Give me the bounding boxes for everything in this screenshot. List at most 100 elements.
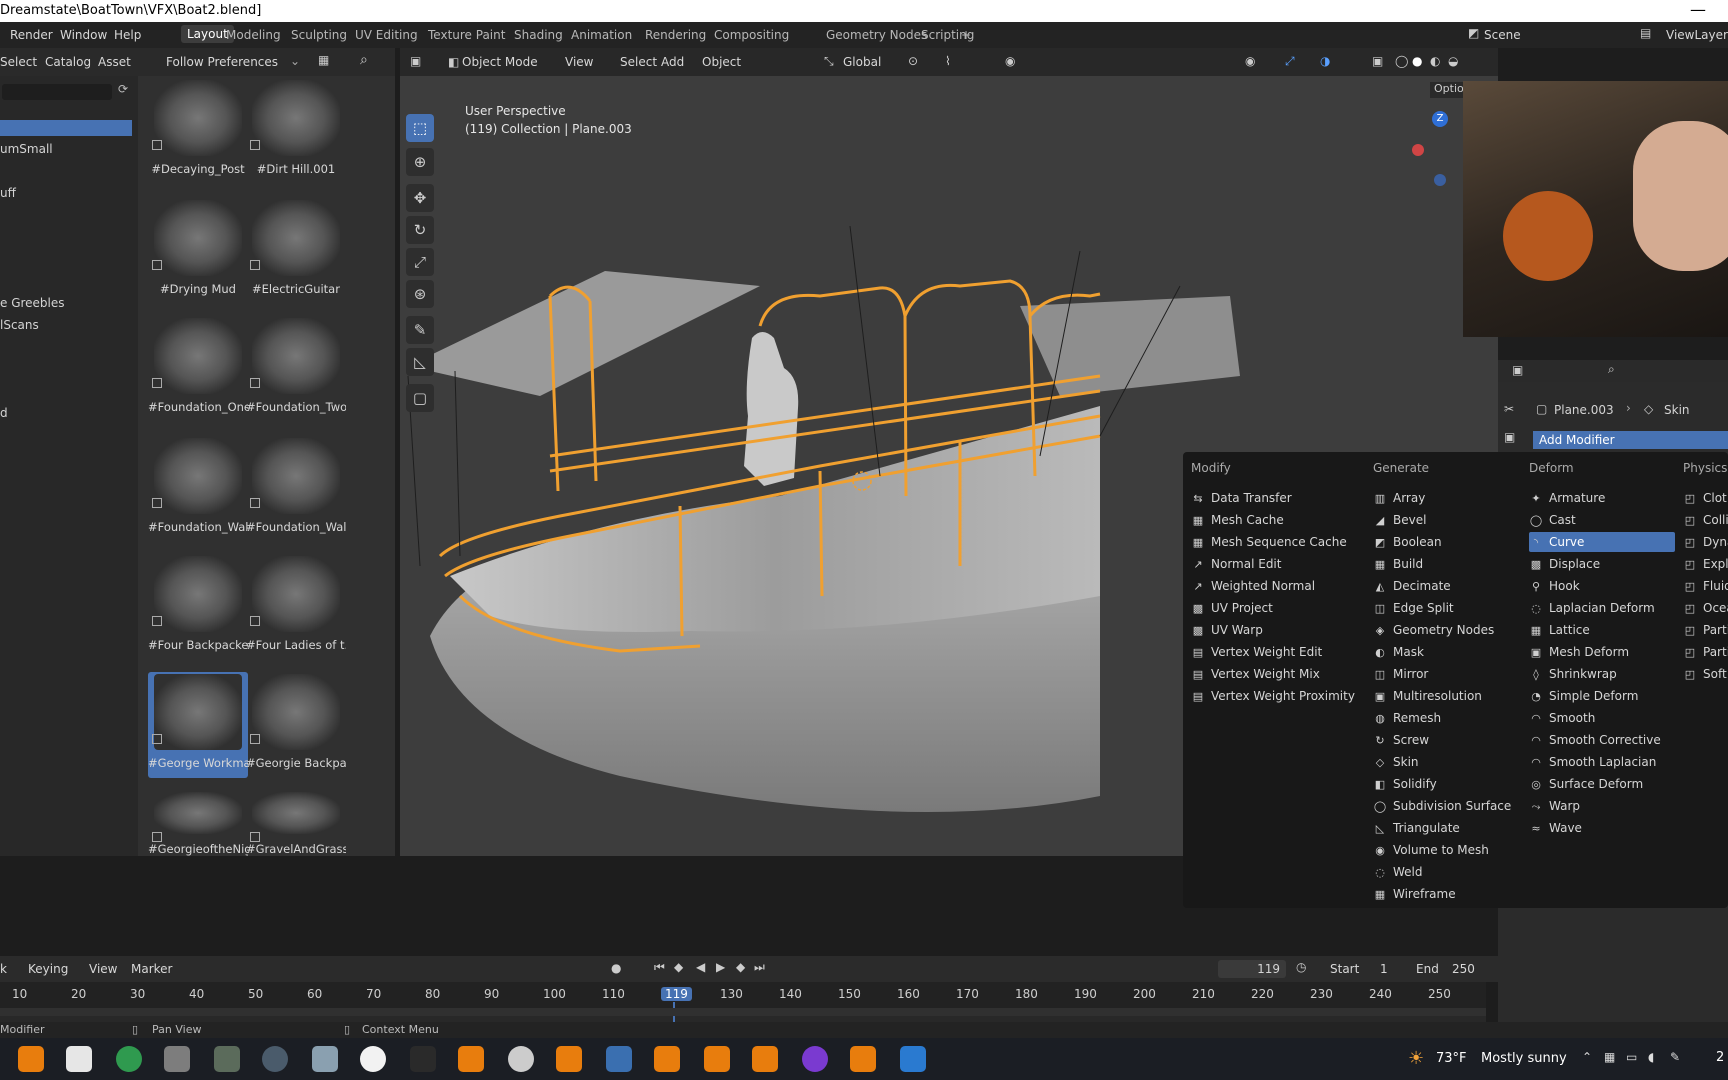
menu-render[interactable]: Render	[10, 28, 53, 42]
asset-tile[interactable]: #ElectricGuitar	[246, 198, 346, 304]
asset-tile[interactable]: #Georgie Backpack	[246, 672, 346, 778]
tab-uv-editing[interactable]: UV Editing	[355, 28, 418, 42]
modifier-item-remesh[interactable]: ◍ Remesh	[1373, 708, 1541, 728]
tab-animation[interactable]: Animation	[571, 28, 632, 42]
asset-tile[interactable]: #Drying Mud	[148, 198, 248, 304]
catalog-item[interactable]: umSmall	[0, 142, 53, 156]
asset-checkbox[interactable]	[152, 260, 162, 270]
modifier-item-wave[interactable]: ≈ Wave	[1529, 818, 1675, 838]
asset-checkbox[interactable]	[250, 734, 260, 744]
tab-modeling[interactable]: Modeling	[226, 28, 281, 42]
asset-checkbox[interactable]	[250, 140, 260, 150]
rotate-icon[interactable]: ↻	[406, 216, 434, 244]
volume-icon[interactable]: ◖	[1648, 1050, 1654, 1064]
modifier-item-parti[interactable]: ◰ Parti	[1683, 642, 1728, 662]
timeline-menu-marker[interactable]: Marker	[131, 962, 172, 976]
modifier-item-parti[interactable]: ◰ Parti	[1683, 620, 1728, 640]
app-icon[interactable]	[802, 1046, 828, 1072]
chevron-up-icon[interactable]: ⌃	[1582, 1050, 1592, 1064]
end-frame-value[interactable]: 250	[1452, 962, 1475, 976]
chrome-app-icon[interactable]	[116, 1046, 142, 1072]
asset-checkbox[interactable]	[152, 734, 162, 744]
asset-tile[interactable]: #Dirt Hill.001	[246, 78, 346, 184]
app-icon[interactable]	[410, 1046, 436, 1072]
menu-window[interactable]: Window	[60, 28, 107, 42]
modifier-item-screw[interactable]: ↻ Screw	[1373, 730, 1541, 750]
modifier-item-geometry-nodes[interactable]: ◈ Geometry Nodes	[1373, 620, 1541, 640]
menu-help[interactable]: Help	[114, 28, 141, 42]
modifier-item-simple-deform[interactable]: ◔ Simple Deform	[1529, 686, 1675, 706]
viewport-menu-add[interactable]: Add	[661, 55, 684, 69]
steam-app-icon[interactable]	[262, 1046, 288, 1072]
modifier-item-multiresolution[interactable]: ▣ Multiresolution	[1373, 686, 1541, 706]
modifier-item-volume-to-mesh[interactable]: ◉ Volume to Mesh	[1373, 840, 1541, 860]
asset-checkbox[interactable]	[250, 616, 260, 626]
file-app-icon[interactable]	[66, 1046, 92, 1072]
overlays-icon[interactable]: ◑	[1320, 54, 1330, 68]
gizmo-icon[interactable]: ⤢	[1285, 54, 1295, 69]
asset-tile[interactable]: #Decaying_Post	[148, 78, 248, 184]
modifier-item-subdivision-surface[interactable]: ◯ Subdivision Surface	[1373, 796, 1541, 816]
blender-app-icon[interactable]	[752, 1046, 778, 1072]
editor-type-icon[interactable]: ▣	[410, 54, 421, 68]
timeline-menu-view[interactable]: View	[89, 962, 117, 976]
asset-tile[interactable]: #GeorgieoftheNight	[148, 790, 248, 856]
blender-app-icon[interactable]	[458, 1046, 484, 1072]
catalog-item[interactable]: d	[0, 406, 8, 420]
blender-app-icon[interactable]	[556, 1046, 582, 1072]
asset-checkbox[interactable]	[152, 378, 162, 388]
asset-tile[interactable]: #Four Ladies of t...	[246, 554, 346, 660]
catalog-filter-field[interactable]	[2, 84, 112, 100]
tool-app-icon[interactable]	[164, 1046, 190, 1072]
asset-menu-asset[interactable]: Asset	[98, 55, 131, 69]
asset-menu-catalog[interactable]: Catalog	[45, 55, 91, 69]
prev-keyframe-icon[interactable]: ◆	[674, 960, 683, 974]
tool-tab-icon[interactable]: ✂	[1504, 402, 1514, 416]
modifier-item-triangulate[interactable]: ◺ Triangulate	[1373, 818, 1541, 838]
minimize-button[interactable]: —	[1690, 0, 1706, 19]
nav-gizmo-z[interactable]: Z	[1432, 111, 1448, 127]
viewport-menu-object[interactable]: Object	[702, 55, 741, 69]
modifier-item-fluid[interactable]: ◰ Fluid	[1683, 576, 1728, 596]
modifier-item-uv-warp[interactable]: ▩ UV Warp	[1191, 620, 1359, 640]
app-icon[interactable]	[312, 1046, 338, 1072]
asset-checkbox[interactable]	[250, 832, 260, 842]
modifier-item-build[interactable]: ▦ Build	[1373, 554, 1541, 574]
view-layer-name[interactable]: ViewLayer	[1666, 28, 1728, 42]
blender-app-icon[interactable]	[704, 1046, 730, 1072]
pen-icon[interactable]: ✎	[1670, 1050, 1680, 1064]
tab-compositing[interactable]: Compositing	[714, 28, 789, 42]
tab-sculpting[interactable]: Sculpting	[291, 28, 347, 42]
modifier-item-smooth-laplacian[interactable]: ◠ Smooth Laplacian	[1529, 752, 1675, 772]
modifier-item-edge-split[interactable]: ◫ Edge Split	[1373, 598, 1541, 618]
transform-icon[interactable]: ⊛	[406, 280, 434, 308]
catalog-item[interactable]: lScans	[0, 318, 39, 332]
snap-icon[interactable]: ⌇	[945, 54, 951, 68]
tab-rendering[interactable]: Rendering	[645, 28, 706, 42]
asset-checkbox[interactable]	[152, 498, 162, 508]
render-tab-icon[interactable]: ▣	[1504, 430, 1515, 444]
visibility-icon[interactable]: ◉	[1245, 54, 1255, 68]
modifier-item-warp[interactable]: ⤳ Warp	[1529, 796, 1675, 816]
modifier-item-lattice[interactable]: ▦ Lattice	[1529, 620, 1675, 640]
modifier-item-dyna[interactable]: ◰ Dyna	[1683, 532, 1728, 552]
modifier-item-armature[interactable]: ✦ Armature	[1529, 488, 1675, 508]
asset-tile[interactable]: #Foundation_Wall	[148, 436, 248, 542]
import-mode-dropdown[interactable]: Follow Preferences	[166, 55, 278, 69]
tray-icon[interactable]: ▦	[1604, 1050, 1615, 1064]
network-icon[interactable]: ▭	[1626, 1050, 1637, 1064]
scale-icon[interactable]: ⤢	[406, 248, 434, 276]
nav-gizmo-x[interactable]	[1412, 144, 1424, 156]
add-workspace-button[interactable]: +	[961, 28, 971, 42]
asset-tile[interactable]: #Four Backpackers	[148, 554, 248, 660]
modifier-item-ocea[interactable]: ◰ Ocea	[1683, 598, 1728, 618]
modifier-item-weld[interactable]: ◌ Weld	[1373, 862, 1541, 882]
play-reverse-icon[interactable]: ◀	[696, 960, 705, 974]
modifier-item-soft[interactable]: ◰ Soft	[1683, 664, 1728, 684]
app-icon[interactable]	[214, 1046, 240, 1072]
asset-tile[interactable]: #Foundation_Two	[246, 316, 346, 422]
timeline-menu-playback[interactable]: k	[0, 962, 7, 976]
blender-app-icon[interactable]	[654, 1046, 680, 1072]
solid-shading-icon[interactable]: ●	[1412, 54, 1422, 68]
catalog-item[interactable]: e Greebles	[0, 296, 65, 310]
